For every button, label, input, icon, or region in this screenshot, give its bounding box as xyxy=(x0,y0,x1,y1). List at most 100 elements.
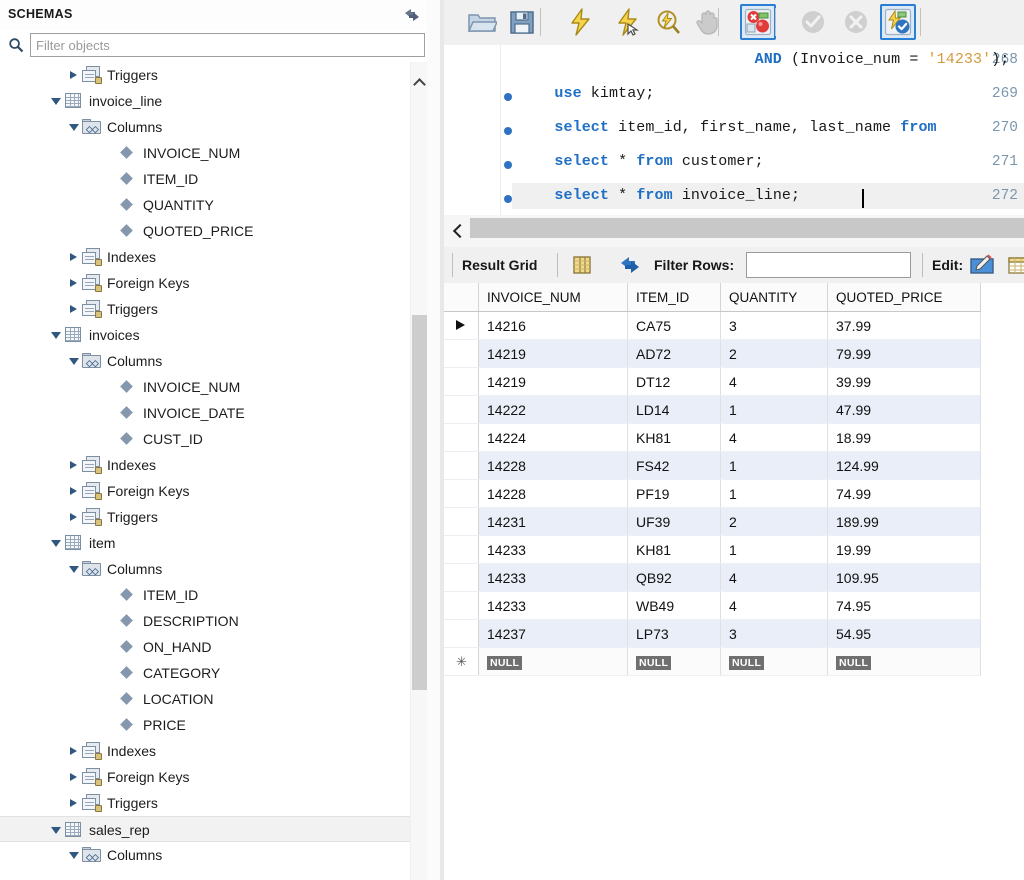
cell-quoted_price[interactable]: 79.99 xyxy=(828,340,981,368)
cell-item_id[interactable]: KH81 xyxy=(628,424,721,452)
expander-collapsed-icon[interactable] xyxy=(68,738,82,764)
code-line[interactable]: select * from customer; xyxy=(554,153,763,170)
new-row-selector[interactable]: ✳ xyxy=(444,648,479,676)
table-row[interactable]: 14222LD14147.99 xyxy=(444,396,981,424)
cell-quantity[interactable]: 4 xyxy=(721,368,828,396)
refresh-icon[interactable] xyxy=(403,7,421,23)
tree-node-columns[interactable]: ◇◇Columns xyxy=(0,556,410,582)
new-cell-invoice_num[interactable]: NULL xyxy=(479,648,628,676)
tree-node-foreign-keys[interactable]: Foreign Keys xyxy=(0,478,410,504)
tree-column-category[interactable]: CATEGORY xyxy=(0,660,410,686)
execute-statement-button[interactable] xyxy=(563,4,599,40)
cell-quoted_price[interactable]: 109.95 xyxy=(828,564,981,592)
row-selector[interactable] xyxy=(444,480,479,508)
pencil-edit-icon[interactable] xyxy=(968,253,998,277)
cell-quoted_price[interactable]: 39.99 xyxy=(828,368,981,396)
expander-collapsed-icon[interactable] xyxy=(68,452,82,478)
cell-quantity[interactable]: 2 xyxy=(721,508,828,536)
table-row[interactable]: 14216CA75337.99 xyxy=(444,312,981,340)
tree-column-item_id[interactable]: ITEM_ID xyxy=(0,166,410,192)
expander-expanded-icon[interactable] xyxy=(50,530,64,556)
tree-column-item_id[interactable]: ITEM_ID xyxy=(0,582,410,608)
new-row-placeholder[interactable]: ✳NULLNULLNULLNULL xyxy=(444,648,981,676)
cell-quoted_price[interactable]: 74.99 xyxy=(828,480,981,508)
tree-column-description[interactable]: DESCRIPTION xyxy=(0,608,410,634)
cell-item_id[interactable]: QB92 xyxy=(628,564,721,592)
cell-item_id[interactable]: LD14 xyxy=(628,396,721,424)
tree-node-invoices[interactable]: invoices xyxy=(0,322,410,348)
cell-quantity[interactable]: 3 xyxy=(721,620,828,648)
open-sql-script-button[interactable] xyxy=(464,4,500,40)
cell-item_id[interactable]: DT12 xyxy=(628,368,721,396)
chevron-left-icon[interactable] xyxy=(452,223,466,239)
statement-marker-icon[interactable] xyxy=(504,93,512,101)
cell-item_id[interactable]: WB49 xyxy=(628,592,721,620)
tree-column-quantity[interactable]: QUANTITY xyxy=(0,192,410,218)
expander-collapsed-icon[interactable] xyxy=(68,504,82,530)
tree-node-item[interactable]: item xyxy=(0,530,410,556)
statement-marker-icon[interactable] xyxy=(504,161,512,169)
explain-query-button[interactable] xyxy=(650,4,686,40)
expander-collapsed-icon[interactable] xyxy=(68,764,82,790)
table-row[interactable]: 14228FS421124.99 xyxy=(444,452,981,480)
cell-item_id[interactable]: FS42 xyxy=(628,452,721,480)
cell-quantity[interactable]: 2 xyxy=(721,340,828,368)
cell-invoice_num[interactable]: 14233 xyxy=(479,536,628,564)
cell-quantity[interactable]: 1 xyxy=(721,480,828,508)
cell-quantity[interactable]: 1 xyxy=(721,536,828,564)
expander-collapsed-icon[interactable] xyxy=(68,790,82,816)
tree-node-triggers[interactable]: Triggers xyxy=(0,504,410,530)
tree-column-invoice_num[interactable]: INVOICE_NUM xyxy=(0,374,410,400)
row-selector[interactable] xyxy=(444,424,479,452)
cell-invoice_num[interactable]: 14219 xyxy=(479,368,628,396)
cell-invoice_num[interactable]: 14228 xyxy=(479,452,628,480)
cell-quantity[interactable]: 3 xyxy=(721,312,828,340)
code-line[interactable]: select * from invoice_line; xyxy=(554,187,800,204)
row-selector[interactable] xyxy=(444,368,479,396)
cell-item_id[interactable]: LP73 xyxy=(628,620,721,648)
new-cell-quantity[interactable]: NULL xyxy=(721,648,828,676)
cell-quoted_price[interactable]: 124.99 xyxy=(828,452,981,480)
table-grid-icon[interactable] xyxy=(1006,253,1024,277)
tree-column-invoice_num[interactable]: INVOICE_NUM xyxy=(0,140,410,166)
row-selector[interactable] xyxy=(444,508,479,536)
cell-invoice_num[interactable]: 14231 xyxy=(479,508,628,536)
table-row[interactable]: 14233WB49474.95 xyxy=(444,592,981,620)
tree-node-sales-rep[interactable]: sales_rep xyxy=(0,816,410,842)
tree-node-foreign-keys[interactable]: Foreign Keys xyxy=(0,764,410,790)
cell-quantity[interactable]: 4 xyxy=(721,424,828,452)
rollback-button[interactable] xyxy=(838,4,874,40)
code-line[interactable]: select item_id, first_name, last_name fr… xyxy=(554,119,936,136)
expander-expanded-icon[interactable] xyxy=(50,88,64,114)
expander-collapsed-icon[interactable] xyxy=(68,270,82,296)
tree-column-price[interactable]: PRICE xyxy=(0,712,410,738)
row-selector[interactable] xyxy=(444,340,479,368)
tree-column-quoted_price[interactable]: QUOTED_PRICE xyxy=(0,218,410,244)
refresh-icon[interactable] xyxy=(618,253,642,277)
cell-item_id[interactable]: UF39 xyxy=(628,508,721,536)
cell-quoted_price[interactable]: 189.99 xyxy=(828,508,981,536)
row-selector[interactable] xyxy=(444,312,479,340)
execute-current-button[interactable] xyxy=(611,4,647,40)
row-selector[interactable] xyxy=(444,536,479,564)
cell-quantity[interactable]: 4 xyxy=(721,592,828,620)
table-row[interactable]: 14219DT12439.99 xyxy=(444,368,981,396)
tree-node-indexes[interactable]: Indexes xyxy=(0,738,410,764)
column-header-quoted_price[interactable]: QUOTED_PRICE xyxy=(828,283,981,312)
cell-quoted_price[interactable]: 47.99 xyxy=(828,396,981,424)
tree-node-foreign-keys[interactable]: Foreign Keys xyxy=(0,270,410,296)
cell-invoice_num[interactable]: 14222 xyxy=(479,396,628,424)
cell-quantity[interactable]: 1 xyxy=(721,396,828,424)
row-selector[interactable] xyxy=(444,620,479,648)
tree-node-columns[interactable]: ◇◇Columns xyxy=(0,348,410,374)
expander-expanded-icon[interactable] xyxy=(68,556,82,582)
column-header-quantity[interactable]: QUANTITY xyxy=(721,283,828,312)
cell-invoice_num[interactable]: 14219 xyxy=(479,340,628,368)
tree-node-triggers[interactable]: Triggers xyxy=(0,62,410,88)
chevron-up-icon[interactable] xyxy=(411,72,428,92)
toggle-stop-on-error-button[interactable] xyxy=(740,4,776,40)
tree-column-on_hand[interactable]: ON_HAND xyxy=(0,634,410,660)
tree-node-columns[interactable]: ◇◇Columns xyxy=(0,114,410,140)
column-header-invoice_num[interactable]: INVOICE_NUM xyxy=(479,283,628,312)
cell-quoted_price[interactable]: 54.95 xyxy=(828,620,981,648)
